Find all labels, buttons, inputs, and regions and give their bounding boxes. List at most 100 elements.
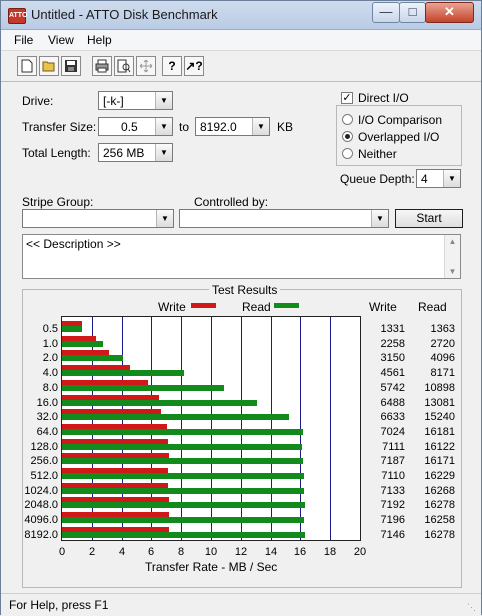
- write-value: 7187: [380, 455, 405, 468]
- overlapped-io-radio[interactable]: [342, 131, 353, 142]
- transfer-size-from-value: 0.5: [121, 120, 138, 134]
- move-button[interactable]: [136, 56, 156, 76]
- write-value: 7146: [380, 528, 405, 541]
- to-label: to: [179, 120, 190, 134]
- print-preview-button[interactable]: [114, 56, 134, 76]
- read-bar: [62, 399, 257, 406]
- write-value: 1331: [380, 323, 405, 335]
- io-comparison-label: I/O Comparison: [358, 113, 443, 127]
- y-tick-label: 1024.0: [24, 484, 58, 497]
- title-bar[interactable]: ATTO Untitled - ATTO Disk Benchmark — □ …: [1, 1, 481, 30]
- read-value: 10898: [424, 381, 455, 394]
- total-length-label: Total Length:: [22, 146, 91, 160]
- new-icon: [21, 59, 33, 73]
- read-bar: [62, 326, 82, 332]
- read-value: 16229: [424, 470, 455, 482]
- stripe-group-select[interactable]: ▼: [22, 209, 174, 228]
- queue-depth-select[interactable]: 4 ▼: [416, 169, 461, 188]
- close-button[interactable]: ✕: [425, 2, 474, 23]
- queue-depth-label: Queue Depth:: [340, 172, 415, 186]
- chevron-down-icon: ▼: [371, 210, 388, 227]
- total-length-select[interactable]: 256 MB ▼: [98, 143, 173, 162]
- y-tick-label: 16.0: [36, 396, 58, 409]
- read-bar: [62, 384, 224, 391]
- context-help-button[interactable]: ↗?: [184, 56, 204, 76]
- read-value: 15240: [424, 411, 455, 424]
- y-tick-label: 0.5: [42, 323, 58, 335]
- stripe-group-label: Stripe Group:: [22, 195, 94, 209]
- scroll-up-icon: ▲: [448, 237, 457, 246]
- app-window: ATTO Untitled - ATTO Disk Benchmark — □ …: [0, 0, 482, 616]
- neither-radio[interactable]: [342, 148, 353, 159]
- test-results-title: Test Results: [209, 283, 281, 297]
- y-tick-label: 4096.0: [24, 514, 58, 527]
- y-tick-label: 64.0: [36, 425, 58, 438]
- write-value: 5742: [380, 381, 405, 394]
- transfer-size-label: Transfer Size:: [22, 120, 97, 134]
- controlled-by-select[interactable]: ▼: [179, 209, 389, 228]
- maximize-icon: □: [408, 4, 417, 19]
- read-bar: [62, 428, 303, 435]
- menu-file[interactable]: File: [14, 33, 33, 47]
- chevron-down-icon: ▼: [155, 92, 172, 109]
- transfer-size-from-select[interactable]: 0.5 ▼: [98, 117, 173, 136]
- read-bar: [62, 370, 184, 377]
- read-bar: [62, 355, 123, 362]
- direct-io-label: Direct I/O: [358, 91, 409, 105]
- read-value: 16278: [424, 528, 455, 541]
- print-preview-icon: [117, 59, 131, 73]
- save-button[interactable]: [61, 56, 81, 76]
- read-bar: [62, 340, 103, 347]
- close-icon: ✕: [444, 4, 455, 19]
- maximize-button[interactable]: □: [399, 2, 426, 23]
- read-bar: [62, 414, 289, 421]
- read-bar: [62, 443, 302, 450]
- read-bar: [62, 531, 305, 538]
- write-legend-swatch: [191, 303, 216, 308]
- total-length-value: 256 MB: [103, 146, 145, 160]
- menu-help[interactable]: Help: [87, 33, 112, 47]
- y-tick-label: 2048.0: [24, 499, 58, 512]
- y-tick-label: 1.0: [42, 337, 58, 350]
- write-value: 2258: [380, 337, 405, 350]
- menu-view[interactable]: View: [48, 33, 74, 47]
- read-value: 16278: [424, 499, 455, 512]
- chevron-down-icon: ▼: [155, 144, 172, 161]
- x-tick-label: 16: [293, 546, 307, 558]
- direct-io-checkbox[interactable]: ✓: [341, 92, 353, 104]
- drive-select[interactable]: [-k-] ▼: [98, 91, 173, 110]
- scroll-down-icon: ▼: [448, 267, 457, 276]
- print-button[interactable]: [92, 56, 112, 76]
- x-axis-label: Transfer Rate - MB / Sec: [145, 560, 278, 574]
- y-tick-label: 4.0: [42, 367, 58, 380]
- io-comparison-radio[interactable]: [342, 114, 353, 125]
- write-value: 6488: [380, 396, 405, 409]
- minimize-icon: —: [379, 4, 393, 19]
- write-column-header: Write: [369, 300, 397, 314]
- about-button[interactable]: ?: [162, 56, 182, 76]
- x-tick-label: 14: [264, 546, 278, 558]
- drive-value: [-k-]: [103, 94, 124, 108]
- x-tick-label: 18: [323, 546, 337, 558]
- open-button[interactable]: [39, 56, 59, 76]
- read-bar: [62, 517, 304, 524]
- new-button[interactable]: [17, 56, 37, 76]
- controlled-by-label: Controlled by:: [194, 195, 269, 209]
- x-tick-label: 6: [147, 546, 155, 558]
- description-scrollbar[interactable]: ▲ ▼: [444, 235, 460, 278]
- write-value: 4561: [380, 367, 405, 380]
- read-value: 8171: [430, 367, 455, 380]
- start-button[interactable]: Start: [395, 209, 463, 228]
- y-tick-label: 256.0: [30, 455, 58, 468]
- read-bar: [62, 458, 303, 465]
- transfer-size-to-select[interactable]: 8192.0 ▼: [195, 117, 270, 136]
- print-icon: [95, 59, 109, 73]
- read-value: 16171: [424, 455, 455, 468]
- minimize-button[interactable]: —: [372, 2, 400, 23]
- open-icon: [42, 61, 55, 72]
- write-value: 7196: [380, 514, 405, 527]
- description-box[interactable]: << Description >> ▲ ▼: [22, 234, 461, 279]
- write-value: 7133: [380, 484, 405, 497]
- resize-grip-icon[interactable]: ⋱: [467, 602, 479, 614]
- drive-label: Drive:: [22, 94, 54, 108]
